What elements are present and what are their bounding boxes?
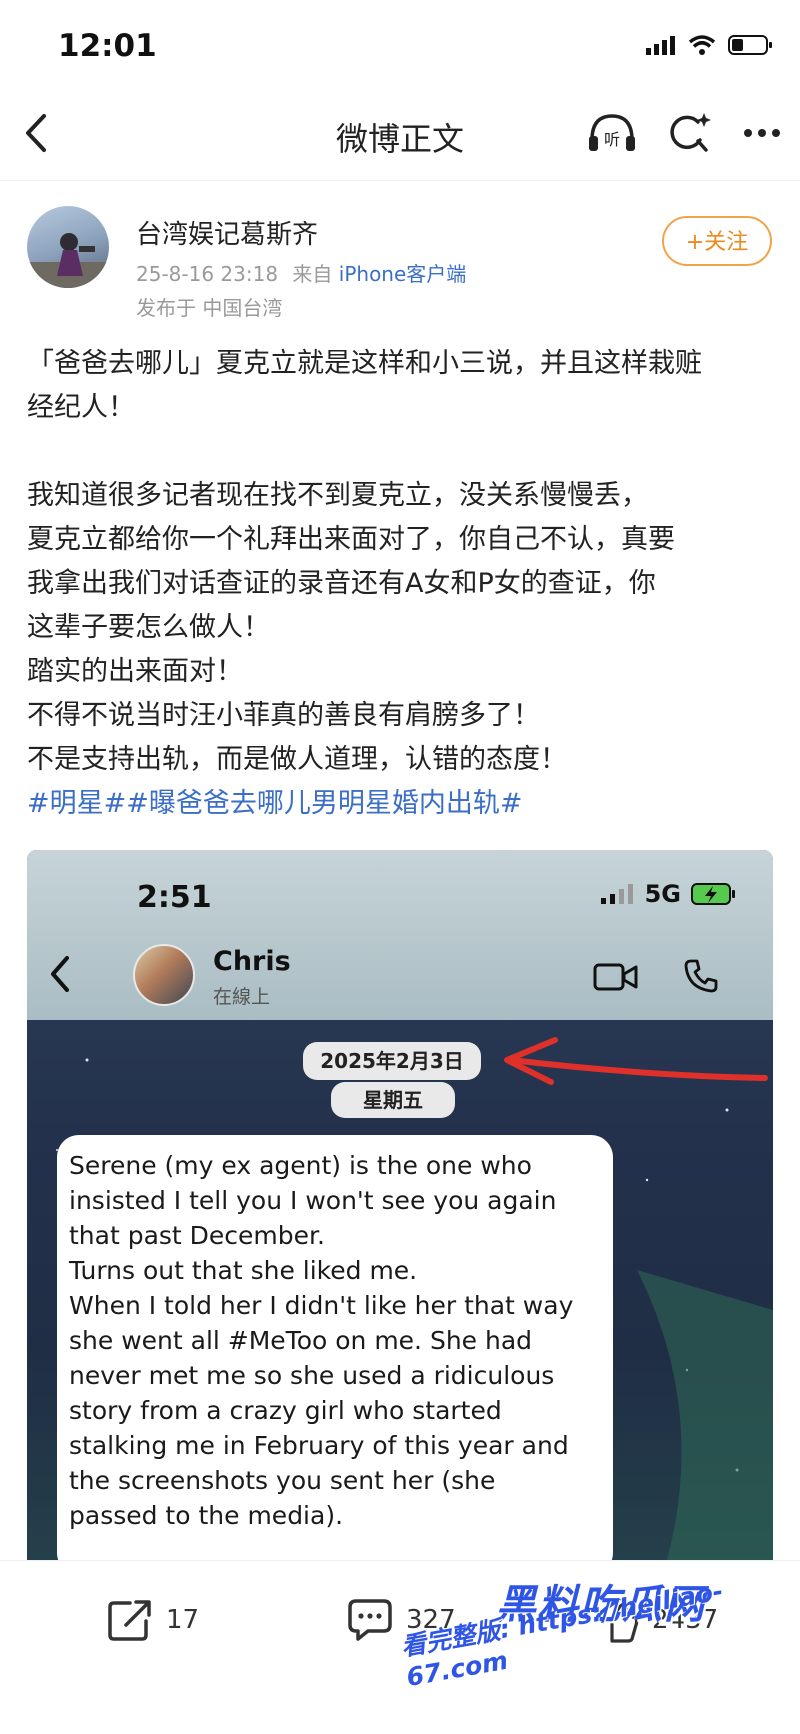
listen-icon-label: 听	[604, 130, 620, 149]
author-avatar[interactable]	[27, 206, 109, 288]
post-line: 不是支持出轨，而是做人道理，认错的态度！	[27, 744, 567, 775]
phone-call-icon	[684, 959, 718, 993]
message-line: that past December.	[69, 1221, 325, 1250]
comment-icon	[348, 1599, 392, 1641]
video-call-icon	[593, 963, 638, 991]
post-hashtags[interactable]: #明星##曝爸爸去哪儿男明星婚内出轨#	[27, 782, 777, 826]
source-prefix: 来自	[292, 262, 333, 286]
message-line: the screenshots you sent her (she	[69, 1466, 496, 1495]
message-line: When I told her I didn't like her that w…	[69, 1291, 574, 1320]
contact-status: 在線上	[213, 986, 271, 1008]
status-icons	[646, 34, 774, 56]
chat-header	[27, 850, 773, 1020]
embedded-signal-icon	[600, 884, 633, 904]
battery-icon	[728, 35, 772, 55]
contact-name: Chris	[213, 946, 291, 977]
post-location: 发布于 中国台湾	[136, 296, 283, 320]
header-actions: 听	[586, 110, 782, 156]
signal-icon	[646, 36, 675, 55]
message-line: never met me so she used a ridiculous	[69, 1361, 555, 1390]
message-line: she went all #MeToo on me. She had	[69, 1326, 533, 1355]
embedded-network: 5G	[644, 880, 681, 908]
contact-avatar	[133, 944, 195, 1006]
search-sparkle-icon[interactable]	[668, 110, 712, 156]
post-line: 我拿出我们对话查证的录音还有A女和P女的查证，你	[27, 568, 656, 599]
more-icon[interactable]	[742, 127, 782, 139]
share-icon	[108, 1600, 151, 1641]
message-line: Serene (my ex agent) is the one who	[69, 1151, 532, 1180]
avatar-image	[27, 233, 109, 288]
post-line: 踏实的出来面对！	[27, 656, 243, 687]
embedded-battery-charging-icon	[691, 883, 735, 905]
post-line: 经纪人！	[27, 392, 135, 423]
embedded-back-icon	[51, 956, 69, 992]
chat-message-text: Serene (my ex agent) is the one who insi…	[69, 1148, 589, 1533]
post-line: 我知道很多记者现在找不到夏克立，没关系慢慢丢，	[27, 480, 648, 511]
post-line: 「爸爸去哪儿」夏克立就是这样和小三说，并且这样栽赃	[27, 348, 702, 379]
post-timestamp: 25-8-16 23:18	[136, 262, 279, 286]
post-meta: 25-8-16 23:18 来自 iPhone客户端	[136, 258, 466, 287]
share-count: 17	[166, 1605, 200, 1635]
wifi-icon	[688, 35, 716, 55]
message-line: stalking me in February of this year and	[69, 1431, 569, 1460]
top-nav-bar: 微博正文 听	[0, 88, 800, 181]
status-time: 12:01	[58, 28, 157, 64]
message-line: insisted I tell you I won't see you agai…	[69, 1186, 557, 1215]
author-name[interactable]: 台湾娱记葛斯齐	[136, 214, 318, 251]
message-line: Turns out that she liked me.	[69, 1256, 418, 1285]
post-line: 这辈子要怎么做人！	[27, 612, 270, 643]
post-line: 不得不说当时汪小菲真的善良有肩膀多了！	[27, 700, 540, 731]
post-source[interactable]: iPhone客户端	[339, 262, 467, 286]
chat-date-pill: 2025年2月3日	[303, 1042, 481, 1080]
post-body: 「爸爸去哪儿」夏克立就是这样和小三说，并且这样栽赃 经纪人！ 我知道很多记者现在…	[27, 342, 777, 826]
listen-headphones-icon[interactable]: 听	[586, 110, 638, 156]
post-image[interactable]: 2:51 5G Chris 在線上 2025年2月3日 星期五 Serene (…	[27, 850, 773, 1560]
embedded-status-icons: 5G	[600, 880, 737, 908]
follow-button[interactable]: +关注	[662, 216, 772, 266]
message-line: story from a crazy girl who started	[69, 1396, 502, 1425]
chat-weekday-pill: 星期五	[331, 1082, 455, 1118]
embedded-status-time: 2:51	[137, 880, 212, 915]
post-line: 夏克立都给你一个礼拜出来面对了，你自己不认，真要	[27, 524, 675, 555]
red-arrow-annotation	[504, 1037, 768, 1085]
message-line: passed to the media).	[69, 1501, 344, 1530]
share-button[interactable]: 17	[106, 1597, 199, 1643]
